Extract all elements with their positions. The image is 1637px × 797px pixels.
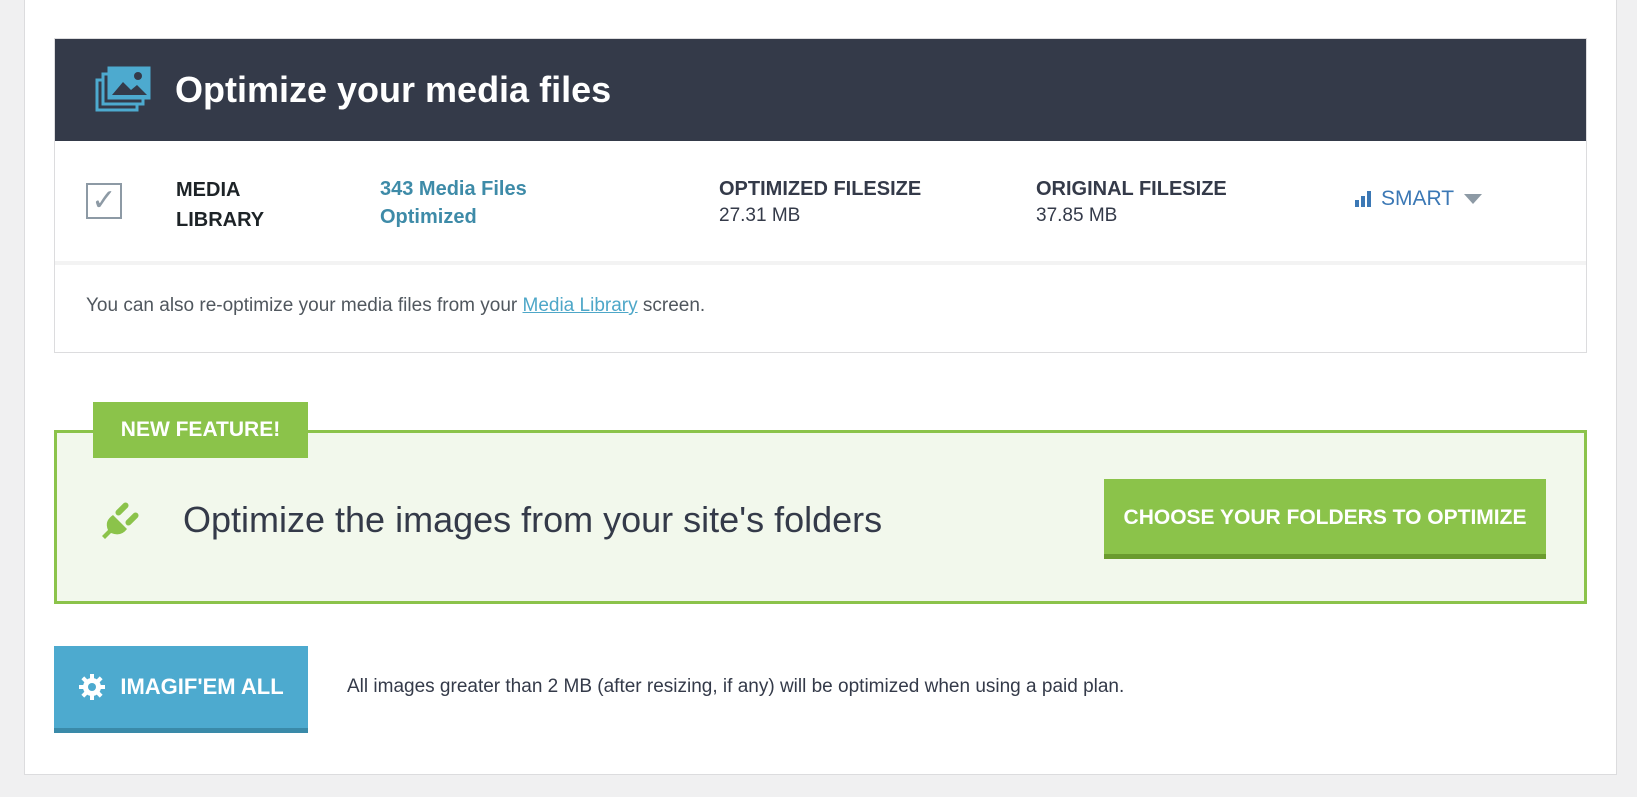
checkmark-icon: ✓: [86, 183, 122, 219]
caret-down-icon: [1464, 194, 1483, 204]
gear-icon: [79, 674, 106, 700]
imagify-all-label: IMAGIF'EM ALL: [120, 674, 284, 699]
signal-bars-icon: [1355, 191, 1373, 207]
imagify-all-button[interactable]: IMAGIF'EM ALL: [54, 646, 308, 733]
reoptimize-note: You can also re-optimize your media file…: [86, 295, 705, 317]
paid-plan-note: All images greater than 2 MB (after resi…: [347, 676, 1125, 697]
files-optimized-link[interactable]: 343 Media Files Optimized: [380, 175, 600, 231]
media-library-label: MEDIA LIBRARY: [176, 179, 265, 231]
images-stack-icon: [95, 66, 151, 112]
media-header: Optimize your media files: [55, 39, 1586, 141]
note-text-after: screen.: [637, 295, 706, 316]
media-library-link[interactable]: Media Library: [523, 295, 638, 316]
original-filesize-value: 37.85 MB: [1036, 205, 1118, 226]
media-files-card: Optimize your media files ✓ MEDIA LIBRAR…: [54, 38, 1587, 353]
optimized-filesize-value: 27.31 MB: [719, 205, 801, 226]
optimization-level-value: SMART: [1381, 187, 1455, 210]
original-filesize: ORIGINAL FILESIZE 37.85 MB: [1036, 175, 1227, 229]
choose-folders-button[interactable]: CHOOSE YOUR FOLDERS TO OPTIMIZE: [1104, 479, 1546, 559]
original-filesize-label: ORIGINAL FILESIZE: [1036, 178, 1227, 200]
optimized-filesize: OPTIMIZED FILESIZE 27.31 MB: [719, 175, 921, 229]
note-text-before: You can also re-optimize your media file…: [86, 295, 523, 316]
new-feature-badge: NEW FEATURE!: [93, 402, 308, 458]
page-title: Optimize your media files: [175, 69, 612, 110]
plug-icon: [102, 502, 139, 539]
media-stats-row: ✓ MEDIA LIBRARY 343 Media Files Optimize…: [55, 141, 1586, 265]
optimized-filesize-label: OPTIMIZED FILESIZE: [719, 178, 922, 200]
feature-title: Optimize the images from your site's fol…: [183, 499, 883, 540]
optimization-level-select[interactable]: SMART: [1355, 187, 1483, 211]
